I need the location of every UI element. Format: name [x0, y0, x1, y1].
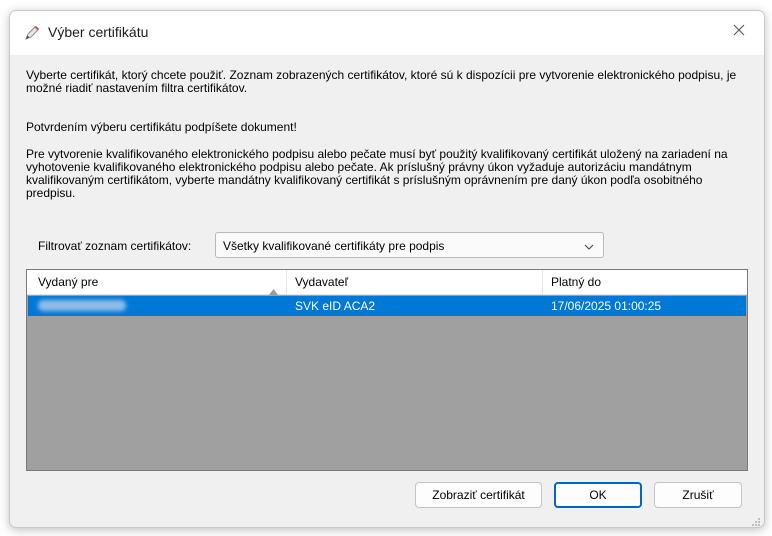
title-bar: Výber certifikátu: [10, 11, 764, 55]
confirmation-warning: Potvrdením výberu certifikátu podpíšete …: [26, 120, 297, 134]
certificate-dialog: Výber certifikátu Vyberte certifikát, kt…: [9, 10, 765, 528]
cell-issuer: SVK eID ACA2: [295, 299, 376, 313]
filter-selected-value: Všetky kvalifikované certifikáty pre pod…: [223, 239, 445, 253]
column-label: Vydaný pre: [38, 275, 99, 289]
qualified-certificate-note: Pre vytvorenie kvalifikovaného elektroni…: [26, 147, 728, 200]
cell-valid-to: 17/06/2025 01:00:25: [551, 299, 662, 313]
column-label: Platný do: [551, 275, 602, 289]
sort-ascending-icon: [269, 279, 278, 295]
resize-grip-icon[interactable]: [751, 514, 761, 526]
filter-label: Filtrovať zoznam certifikátov:: [38, 239, 192, 253]
cell-issued-to: [38, 296, 278, 316]
chevron-down-icon: [583, 240, 595, 252]
ok-button[interactable]: OK: [554, 482, 642, 508]
redacted-name: [38, 300, 126, 311]
pen-certificate-icon: [23, 24, 41, 42]
dialog-title: Výber certifikátu: [48, 24, 149, 40]
column-header-valid-to[interactable]: Platný do: [543, 270, 747, 294]
close-icon: [733, 23, 745, 41]
table-header: Vydaný pre Vydavateľ Platný do: [27, 270, 747, 295]
close-button[interactable]: [722, 17, 756, 47]
certificate-list[interactable]: Vydaný pre Vydavateľ Platný do SVK eID A…: [26, 269, 748, 471]
cancel-button[interactable]: Zrušiť: [654, 482, 742, 508]
column-header-issued-to[interactable]: Vydaný pre: [27, 270, 287, 295]
view-certificate-button[interactable]: Zobraziť certifikát: [415, 482, 542, 508]
certificate-filter-dropdown[interactable]: Všetky kvalifikované certifikáty pre pod…: [215, 232, 604, 258]
instruction-text: Vyberte certifikát, ktorý chcete použiť.…: [26, 68, 737, 95]
table-row[interactable]: SVK eID ACA2 17/06/2025 01:00:25: [28, 296, 746, 316]
column-label: Vydavateľ: [295, 275, 349, 289]
column-header-issuer[interactable]: Vydavateľ: [287, 270, 543, 294]
